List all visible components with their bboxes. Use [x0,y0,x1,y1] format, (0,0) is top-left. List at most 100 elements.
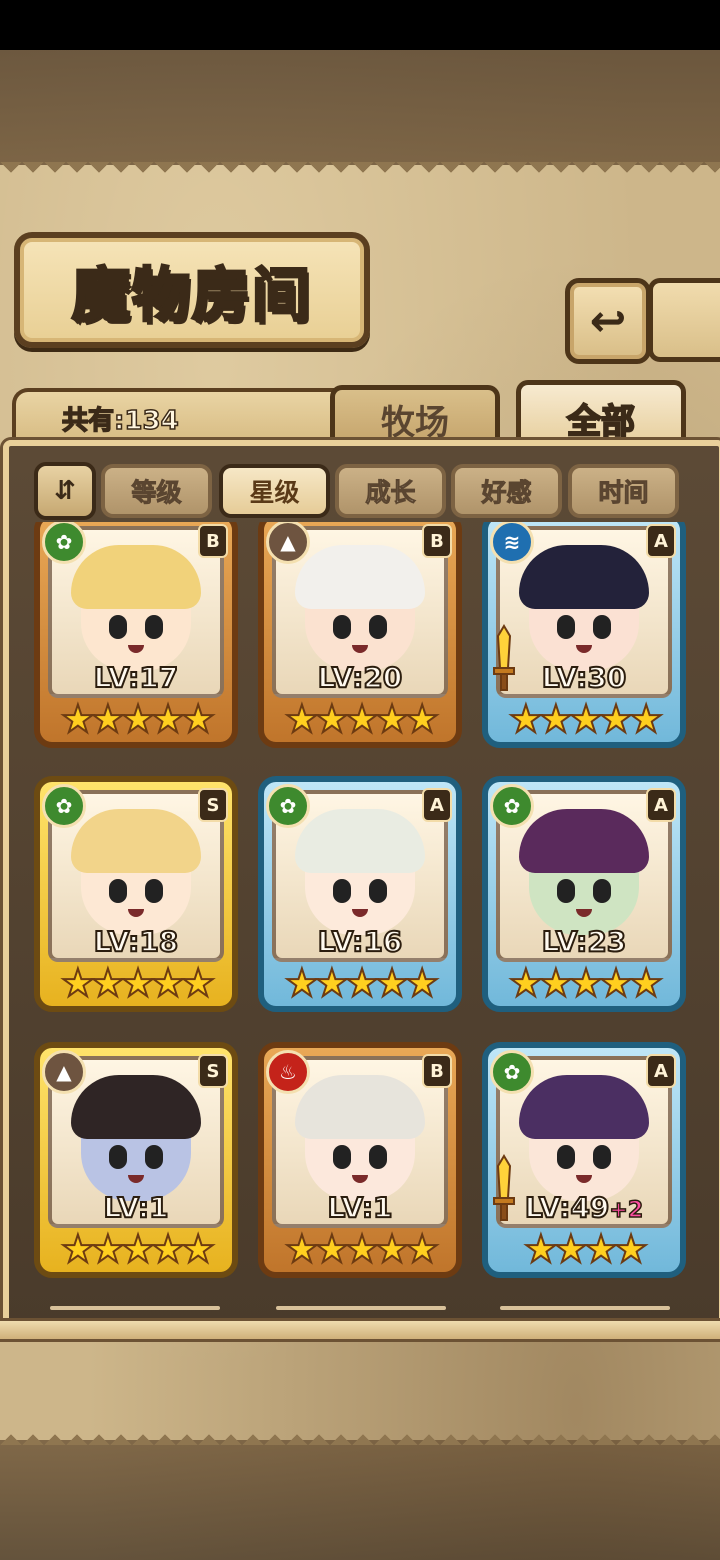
monster-face [295,1075,425,1201]
monster-card[interactable]: ✿ A LV:49+2 ★★★★ [482,1042,686,1278]
monster-mouth [128,645,144,653]
monster-eye [593,615,611,639]
star-rating: ★★★★★ [60,961,216,1005]
monster-level: LV:18 [40,924,232,959]
monster-hair [71,809,201,873]
sort-affection-button[interactable]: 好感 [451,464,562,518]
monster-card[interactable]: ♨ B LV:1 ★★★★★ [258,1042,462,1278]
row-divider [50,1306,220,1310]
monster-face [519,1075,649,1201]
row-divider [276,1306,446,1310]
sort-affection-label: 好感 [481,478,532,508]
leaf-element-icon: ✿ [266,784,310,828]
monster-hair [71,1075,201,1139]
level-text: LV:30 [541,660,628,695]
monster-card[interactable]: ▲ B LV:20 ★★★★★ [258,522,462,748]
monster-eye [369,1145,387,1169]
monster-eye [333,879,351,903]
monster-level: LV:17 [40,660,232,695]
bottom-border-zigzag [0,1423,720,1445]
sort-star-label: 星级 [249,478,300,507]
monster-card[interactable]: ✿ S LV:18 ★★★★★ [34,776,238,1012]
level-text: LV:1 [102,1190,169,1225]
rank-badge: A [646,788,676,822]
sort-level-label: 等级 [131,478,182,508]
monster-eye [109,879,127,903]
star-rating: ★★★★★ [60,1227,216,1271]
monster-card[interactable]: ✿ A LV:23 ★★★★★ [482,776,686,1012]
monster-mouth [128,1175,144,1183]
leaf-element-icon: ✿ [42,522,86,564]
monster-eye [369,615,387,639]
star-rating: ★★★★★ [508,961,664,1005]
leaf-element-icon: ✿ [490,784,534,828]
sort-level-button[interactable]: 等级 [101,464,212,518]
monster-eye [109,1145,127,1169]
monster-card[interactable]: ✿ A LV:16 ★★★★★ [258,776,462,1012]
monster-level: LV:23 [488,924,680,959]
monster-eye [145,615,163,639]
monster-hair [295,809,425,873]
bottom-map-strip [0,1440,720,1560]
earth-element-icon: ▲ [42,1050,86,1094]
leaf-element-icon: ✿ [490,1050,534,1094]
back-button[interactable]: ↩ [565,278,651,364]
title-banner: 魔物房间 [14,232,370,348]
fire-element-icon: ♨ [266,1050,310,1094]
monster-mouth [352,909,368,917]
top-border-zigzag [0,162,720,184]
monster-hair [71,545,201,609]
sort-growth-button[interactable]: 成长 [335,464,446,518]
sort-order-toggle-button[interactable]: ⇵ [34,462,96,520]
monster-eye [557,1145,575,1169]
monster-mouth [128,909,144,917]
monster-hair [519,1075,649,1139]
water-element-icon: ≋ [490,522,534,564]
level-text: LV:1 [326,1190,393,1225]
level-text: LV:20 [317,660,404,695]
level-text: LV:23 [541,924,628,959]
page-title: 魔物房间 [70,260,312,331]
monster-card[interactable]: ✿ B LV:17 ★★★★★ [34,522,238,748]
earth-element-icon: ▲ [266,522,310,564]
monster-card[interactable]: ≋ A LV:30 ★★★★★ [482,522,686,748]
tab-ranch[interactable]: 牧场 [330,385,500,448]
monster-level: LV:1 [264,1190,456,1225]
monster-mouth [576,645,592,653]
rank-badge: S [198,788,228,822]
monster-eye [333,615,351,639]
sort-time-label: 时间 [598,478,649,508]
sort-time-button[interactable]: 时间 [568,464,679,518]
monster-hair [519,809,649,873]
monster-card[interactable]: ▲ S LV:1 ★★★★★ [34,1042,238,1278]
row-divider [500,1306,670,1310]
monster-level: LV:49+2 [488,1190,680,1225]
tab-all-label: 全部 [566,401,636,443]
monster-count: 共有:134 [61,405,179,437]
monster-eye [333,1145,351,1169]
sort-star-button[interactable]: 星级 [219,464,330,518]
star-rating: ★★★★★ [284,1227,440,1271]
rank-badge: B [422,1054,452,1088]
sort-growth-label: 成长 [365,478,416,508]
star-rating: ★★★★★ [508,697,664,741]
monster-face [519,809,649,935]
monster-mouth [352,1175,368,1183]
monster-grid: ✿ B LV:17 ★★★★★ ▲ B LV:20 ★★★★★ ≋ A LV:30 ★★★★★ ✿ S LV… [18,522,708,1302]
monster-mouth [352,645,368,653]
rank-badge: S [198,1054,228,1088]
top-map-strip [0,50,720,165]
monster-level: LV:1 [40,1190,232,1225]
back-button-extension [648,278,720,362]
monster-face [71,1075,201,1201]
tab-ranch-label: 牧场 [381,402,449,443]
star-rating: ★★★★★ [60,697,216,741]
rank-badge: B [198,524,228,558]
monster-face [71,809,201,935]
rank-badge: A [646,524,676,558]
monster-eye [145,1145,163,1169]
monster-hair [519,545,649,609]
star-rating: ★★★★★ [284,697,440,741]
level-text: LV:49 [524,1190,611,1225]
monster-eye [593,1145,611,1169]
